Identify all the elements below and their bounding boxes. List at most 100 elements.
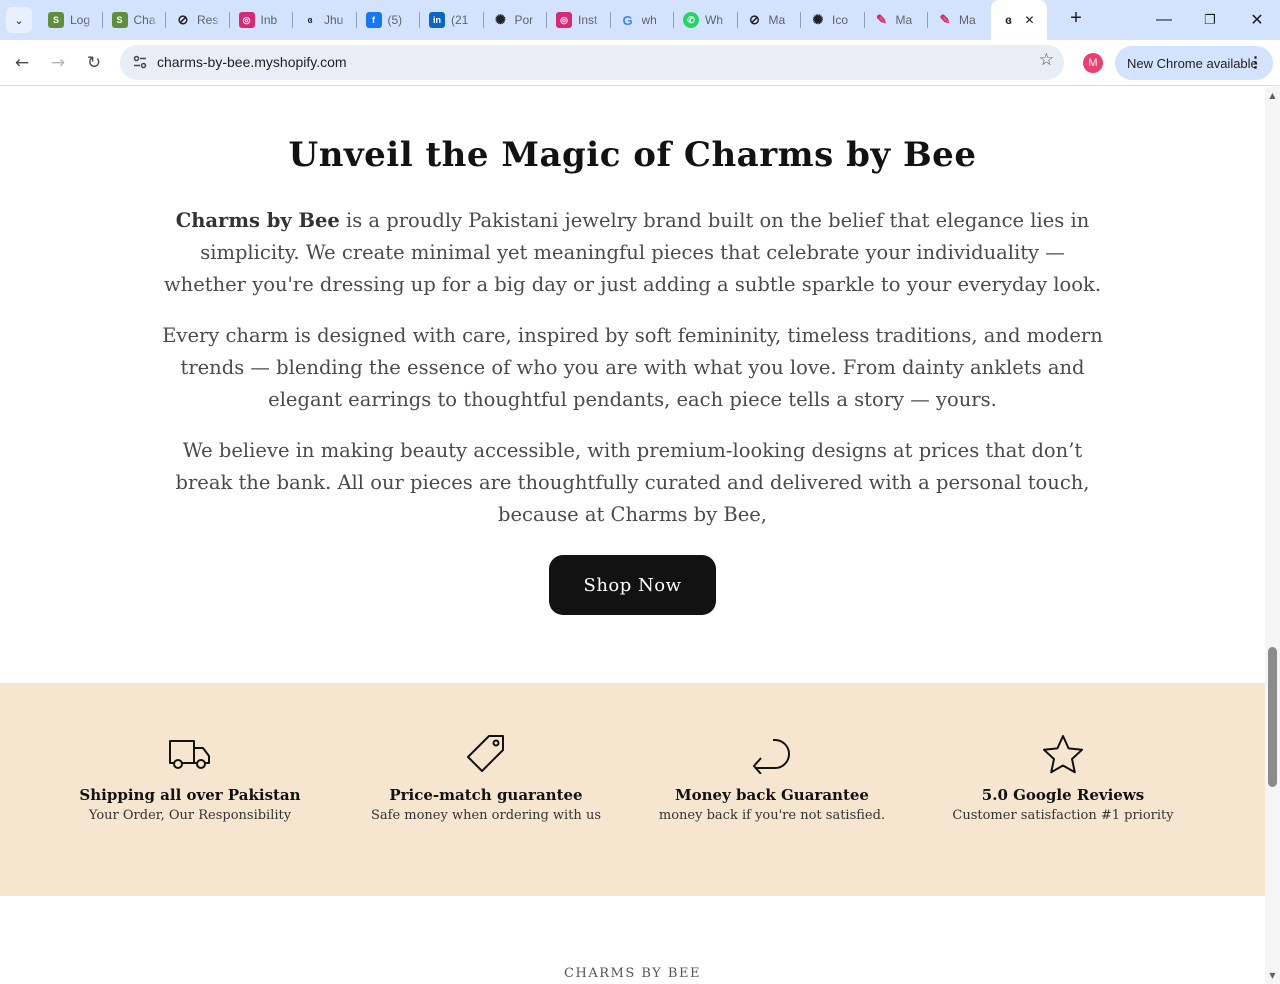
pen-icon: ✎	[939, 12, 951, 27]
back-button[interactable]: ←	[9, 50, 35, 76]
browser-tab[interactable]: f (5)	[355, 0, 420, 40]
close-tab-icon[interactable]: ✕	[1025, 13, 1035, 27]
back-arrow-icon: ←	[14, 53, 30, 73]
page-heading: Unveil the Magic of Charms by Bee	[288, 135, 977, 175]
forward-button[interactable]: →	[45, 50, 71, 76]
browser-tab[interactable]: Gwh	[609, 0, 674, 40]
minimize-button[interactable]: —	[1141, 0, 1187, 40]
shop-now-button[interactable]: Shop Now	[549, 555, 716, 615]
forward-arrow-icon: →	[50, 53, 66, 73]
profile-avatar[interactable]: M	[1083, 53, 1103, 73]
feature-google-reviews: 5.0 Google Reviews Customer satisfaction…	[913, 733, 1213, 823]
facebook-icon: f	[365, 12, 382, 28]
browser-tab[interactable]: ✎ Ma	[863, 0, 928, 40]
feature-shipping: Shipping all over Pakistan Your Order, O…	[40, 733, 340, 823]
tab-title: (21	[451, 13, 469, 27]
address-bar[interactable]: charms-by-bee.myshopify.com ☆	[120, 45, 1064, 80]
tab-title: (5)	[387, 13, 403, 27]
tab-title: Por	[514, 13, 534, 27]
feature-money-back: Money back Guarantee money back if you'r…	[622, 733, 922, 823]
browser-tab[interactable]: ⊘ Res	[165, 0, 229, 40]
feature-title: Price-match guarantee	[389, 786, 583, 804]
site-info-icon[interactable]	[128, 50, 152, 74]
browser-tab[interactable]: in (21	[419, 0, 483, 40]
reload-button[interactable]: ↻	[81, 50, 107, 76]
feature-desc: Your Order, Our Responsibility	[88, 808, 292, 823]
feature-title: 5.0 Google Reviews	[981, 786, 1145, 804]
star-icon	[913, 733, 1213, 775]
reload-icon: ↻	[86, 53, 102, 73]
feature-desc: Customer satisfaction #1 priority	[952, 808, 1174, 823]
update-chrome-button[interactable]: New Chrome available ⋮	[1115, 46, 1273, 80]
feature-price-match: Price-match guarantee Safe money when or…	[336, 733, 636, 823]
close-window-button[interactable]: ✕	[1234, 0, 1280, 40]
tab-title: Inb	[260, 13, 278, 27]
tab-title: Jhu	[324, 13, 344, 27]
scroll-down-arrow-icon[interactable]: ▼	[1265, 967, 1280, 984]
site-logo-icon: ɞ	[1005, 13, 1012, 27]
active-browser-tab[interactable]: ɞ ✕	[990, 0, 1047, 40]
browser-tab[interactable]: ◎ Inb	[228, 0, 293, 40]
browser-tab[interactable]: ⊘ Ma	[736, 0, 801, 40]
restore-button[interactable]: ❐	[1187, 0, 1233, 40]
restore-icon: ❐	[1204, 12, 1216, 27]
tab-title: Cha	[133, 13, 156, 27]
minimize-icon: —	[1156, 11, 1172, 28]
tab-title: Ma	[768, 13, 786, 27]
google-icon: G	[622, 12, 633, 28]
return-arrow-icon	[622, 733, 922, 775]
tab-title: Ma	[959, 13, 976, 27]
update-label: New Chrome available	[1127, 55, 1258, 71]
tab-title: Inst	[578, 13, 598, 27]
url-text: charms-by-bee.myshopify.com	[157, 54, 347, 70]
tab-title: Wh	[705, 13, 723, 27]
new-tab-button[interactable]: +	[1065, 8, 1087, 30]
instagram-icon: ◎	[556, 12, 572, 28]
paragraph-3: We believe in making beauty accessible, …	[175, 439, 1090, 526]
more-menu-icon[interactable]: ⋮	[1248, 53, 1263, 73]
browser-tab[interactable]: ɞ Jhu	[292, 0, 356, 40]
brand-name-bold: Charms by Bee	[175, 209, 340, 232]
tab-strip: ⌄ S Log S Cha ⊘ Res ◎ Inb ɞ Jhu f (5) in (21 ✺ Por ◎ Inst…	[0, 0, 1280, 40]
slashed-circle-icon: ⊘	[749, 12, 760, 27]
tab-search-button[interactable]: ⌄	[6, 7, 32, 33]
tab-title: Ma	[895, 13, 913, 27]
instagram-icon: ◎	[238, 12, 255, 28]
pen-icon: ✎	[876, 12, 887, 27]
tab-list: S Log S Cha ⊘ Res ◎ Inb ɞ Jhu f (5) in (21 ✺ Por ◎ Inst Gw…	[38, 0, 1047, 40]
bookmark-star-icon[interactable]: ☆	[1039, 50, 1054, 70]
openai-icon: ✺	[812, 12, 824, 27]
browser-tab[interactable]: ✺ Ico	[800, 0, 864, 40]
scroll-thumb[interactable]	[1268, 647, 1277, 787]
features-band: Shipping all over Pakistan Your Order, O…	[0, 683, 1265, 896]
tab-title: wh	[641, 13, 657, 27]
truck-icon	[40, 733, 340, 775]
openai-icon: ✺	[495, 12, 506, 27]
tab-title: Log	[70, 13, 91, 27]
about-text: Charms by Bee is a proudly Pakistani jew…	[160, 205, 1105, 550]
chevron-down-icon: ⌄	[14, 13, 24, 27]
browser-tab[interactable]: ✎ Ma	[927, 0, 991, 40]
page-scrollbar[interactable]: ▲ ▼	[1265, 87, 1280, 984]
tab-title: Ico	[832, 13, 849, 27]
site-logo-icon: ɞ	[307, 15, 313, 25]
footer-brand-name: CHARMS BY BEE	[564, 966, 701, 981]
price-tag-icon	[336, 733, 636, 775]
close-icon: ✕	[1250, 12, 1264, 29]
linkedin-icon: in	[429, 12, 445, 28]
browser-toolbar: ← → ↻ charms-by-bee.myshopify.com ☆ M Ne…	[0, 40, 1280, 86]
browser-tab[interactable]: S Cha	[101, 0, 166, 40]
feature-title: Shipping all over Pakistan	[79, 786, 301, 804]
scroll-up-arrow-icon[interactable]: ▲	[1265, 87, 1280, 104]
browser-tab[interactable]: ✆ Wh	[673, 0, 737, 40]
shopify-icon: S	[111, 12, 128, 28]
browser-tab[interactable]: S Log	[38, 0, 102, 40]
browser-tab[interactable]: ◎ Inst	[546, 0, 610, 40]
page-viewport: Unveil the Magic of Charms by Bee Charms…	[0, 87, 1265, 984]
slashed-circle-icon: ⊘	[177, 12, 189, 27]
feature-desc: money back if you're not satisfied.	[658, 808, 886, 823]
feature-title: Money back Guarantee	[675, 786, 869, 804]
shopify-icon: S	[48, 12, 64, 28]
intro-paragraph: Charms by Bee is a proudly Pakistani jew…	[160, 205, 1105, 301]
browser-tab[interactable]: ✺ Por	[482, 0, 547, 40]
